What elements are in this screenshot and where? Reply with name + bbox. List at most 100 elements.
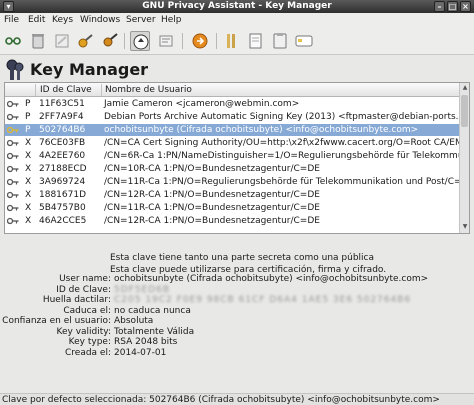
key-id: 1881671D (39, 190, 87, 200)
browse-key-icon[interactable] (130, 31, 150, 51)
refresh-icon[interactable] (190, 31, 210, 51)
key-user-name: /CN=12R-CA 1:PN/O=Bundesnetzagentur/C=DE (104, 190, 320, 200)
key-id: 2FF7A9F4 (39, 112, 84, 122)
key-list-row[interactable]: P 2FF7A9F4 Debian Ports Archive Automatic … (5, 111, 460, 123)
menu-windows[interactable]: Windows (80, 15, 120, 25)
key-list-row[interactable]: X 46A2CCE5/CN=12R-CA 1:PN/O=Bundesnetzage… (5, 215, 460, 227)
key-icon (6, 204, 19, 212)
statusbar: Clave por defecto seleccionada: 502764B6… (0, 393, 474, 405)
key-id: 5B4757B0 (39, 203, 86, 213)
status-text: Clave por defecto seleccionada: 502764B6… (2, 395, 440, 405)
detail-value: C205 19C2 F0E9 98CB 61CF D6A4 1AE5 3E6 5… (114, 295, 412, 305)
menu-keys[interactable]: Keys (52, 15, 73, 25)
detail-label: Creada el: (65, 347, 111, 358)
clipboard-icon[interactable] (270, 31, 290, 51)
key-icon (6, 178, 19, 186)
import-key-icon[interactable] (76, 31, 96, 51)
key-details-pane: Esta clave tiene tanto una parte secreta… (2, 236, 470, 386)
key-icon (6, 152, 19, 160)
window-title: GNU Privacy Assistant - Key Manager (142, 1, 332, 11)
key-icon (6, 217, 19, 225)
keyring-icon[interactable] (4, 31, 24, 51)
detail-label: Key type: (68, 337, 111, 347)
detail-label: User name: (59, 274, 111, 284)
card-manager-icon[interactable] (294, 31, 314, 51)
key-list-row[interactable]: X 1881671D/CN=12R-CA 1:PN/O=Bundesnetzage… (5, 189, 460, 201)
column-divider (35, 84, 36, 96)
scroll-up-arrow[interactable]: ▲ (461, 84, 469, 92)
key-user-name: /CN=11R-CA 1:PN/O=Bundesnetzagentur/C=DE (104, 203, 320, 213)
key-type: P (25, 99, 31, 109)
preferences-icon[interactable] (156, 31, 176, 51)
toolbar-separator (124, 33, 125, 49)
key-list-row[interactable]: P 502764B6 ochobitsunbyte (Cifrada ochobit… (5, 124, 460, 136)
key-id: 76CE03FB (39, 138, 86, 148)
sign-key-icon[interactable] (52, 31, 72, 51)
key-list-row[interactable]: X 27188ECD/CN=10R-CA 1:PN/O=Bundesnetzage… (5, 163, 460, 175)
column-header-user-name[interactable]: Nombre de Usuario (105, 85, 192, 95)
maximize-button[interactable]: □ (447, 1, 458, 12)
key-list-row[interactable]: P 11F63C51 Jamie Cameron <jcameron@webmin.… (5, 98, 460, 110)
detail-label: Key validity: (56, 326, 111, 337)
key-id: 11F63C51 (39, 99, 85, 109)
key-list-row[interactable]: X 5B4757B0/CN=11R-CA 1:PN/O=Bundesnetzage… (5, 202, 460, 214)
keyring-manager-icon[interactable] (222, 31, 242, 51)
scrollbar-thumb[interactable] (461, 95, 468, 127)
key-secret-message: Esta clave tiene tanto una parte secreta… (110, 253, 375, 263)
key-list-row[interactable]: X 4A2EE760/CN=6R-Ca 1:PN/NameDistinguishe… (5, 150, 460, 162)
key-user-name: Jamie Cameron <jcameron@webmin.com> (104, 99, 300, 109)
key-icon (6, 139, 19, 147)
file-manager-icon[interactable] (246, 31, 266, 51)
key-user-name: ochobitsunbyte (Cifrada ochobitsubyte) <… (104, 125, 419, 135)
menu-file[interactable]: File (4, 15, 19, 25)
key-type: P (25, 125, 31, 135)
detail-value: RSA 2048 bits (114, 337, 178, 347)
key-id: 46A2CCE5 (39, 216, 87, 226)
column-header-key-id[interactable]: ID de Clave (40, 85, 92, 95)
key-type: X (25, 164, 32, 174)
key-icon (6, 126, 19, 134)
list-header: ID de Clave Nombre de Usuario (5, 83, 460, 97)
key-list-row[interactable]: X 76CE03FB/CN=CA Cert Signing Authority/O… (5, 137, 460, 149)
key-user-name: Debian Ports Archive Automatic Signing K… (104, 112, 460, 122)
key-user-name: /CN=6R-Ca 1:PN/NameDistinguisher=1/O=Reg… (104, 151, 460, 161)
key-user-name: /CN=10R-CA 1:PN/O=Bundesnetzagentur/C=DE (104, 164, 320, 174)
key-icon (6, 113, 19, 121)
key-type: X (25, 138, 32, 148)
menu-help[interactable]: Help (161, 15, 182, 25)
column-divider (101, 84, 102, 96)
key-user-name: /CN=12R-CA 1:PN/O=Bundesnetzagentur/C=DE (104, 216, 320, 226)
key-id: 502764B6 (39, 125, 86, 135)
key-type: X (25, 216, 32, 226)
close-button[interactable]: × (460, 1, 471, 12)
menu-server[interactable]: Server (126, 15, 156, 25)
scroll-down-arrow[interactable]: ▼ (461, 223, 469, 231)
key-type: X (25, 177, 32, 187)
export-key-icon[interactable] (100, 31, 120, 51)
vertical-scrollbar[interactable]: ▲ ▼ (459, 83, 469, 233)
key-icon (6, 191, 19, 199)
key-type: X (25, 151, 32, 161)
detail-label: Confianza en el usuario: (2, 316, 111, 326)
detail-label: Caduca el: (63, 305, 111, 316)
detail-value: Absoluta (114, 316, 154, 326)
menu-edit[interactable]: Edit (28, 15, 45, 25)
key-icon (6, 165, 19, 173)
detail-value: 5DF5ED6B (114, 284, 171, 295)
key-user-name: /CN=CA Cert Signing Authority/OU=http:\x… (104, 138, 460, 148)
detail-value: no caduca nunca (114, 305, 191, 316)
key-manager-icon (4, 58, 26, 82)
toolbar (0, 27, 474, 55)
menubar: File Edit Keys Windows Server Help (0, 13, 474, 27)
detail-value: Totalmente Válida (114, 326, 195, 337)
minimize-button[interactable]: – (434, 1, 445, 12)
key-list-row[interactable]: X 3A969724/CN=11R-Ca 1:PN/O=Regulierungsb… (5, 176, 460, 188)
key-user-name: /CN=11R-Ca 1:PN/O=Regulierungsbehörde fü… (104, 177, 460, 187)
trash-icon[interactable] (28, 31, 48, 51)
key-list[interactable]: ID de Clave Nombre de Usuario P 11F63C51 J… (4, 82, 470, 234)
key-id: 27188ECD (39, 164, 87, 174)
detail-value: 2014-07-01 (114, 347, 167, 358)
key-icon (6, 100, 19, 108)
page-header: Key Manager (0, 56, 474, 84)
detail-value: ochobitsunbyte (Cifrada ochobitsubyte) <… (114, 274, 429, 284)
